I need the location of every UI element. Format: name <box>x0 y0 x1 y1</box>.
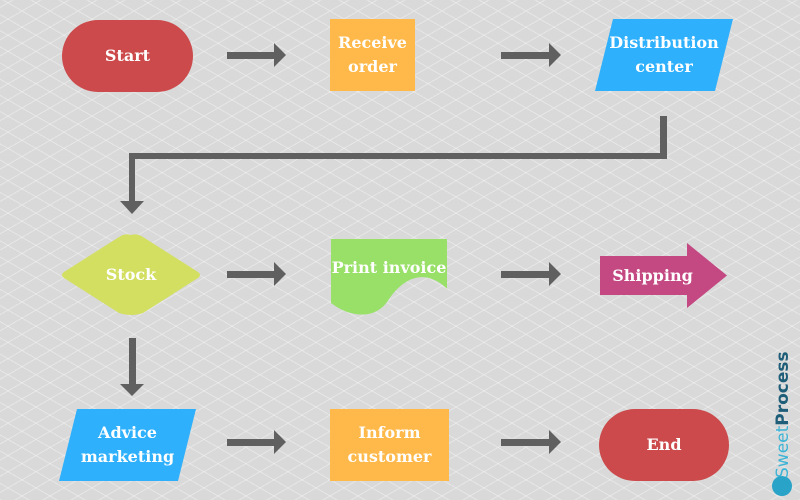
node-label: Distribution center <box>609 31 718 79</box>
label-line: marketing <box>80 447 175 466</box>
teacup-icon <box>772 476 792 496</box>
label-line: center <box>635 57 693 76</box>
logo-text: SweetProcess <box>773 351 793 478</box>
arrow-start-to-receive <box>227 43 286 67</box>
arrow-inform-to-end <box>501 430 561 454</box>
node-label: Print invoice <box>331 258 447 277</box>
node-distribution[interactable]: Distribution center <box>595 19 733 91</box>
arrow-print-to-shipping <box>501 262 561 286</box>
node-stock[interactable]: Stock <box>60 233 202 317</box>
node-print[interactable]: Print invoice <box>331 239 447 319</box>
label-line: Inform <box>358 423 421 442</box>
label-line: Distribution <box>609 33 719 52</box>
sweetprocess-logo: SweetProcess <box>768 351 796 498</box>
label-line: customer <box>347 447 432 466</box>
node-advice[interactable]: Advice marketing <box>59 409 196 481</box>
arrow-stock-to-print <box>227 262 286 286</box>
node-label: Inform customer <box>348 421 432 469</box>
node-start[interactable]: Start <box>62 20 193 92</box>
node-label: Shipping <box>612 265 693 285</box>
arrow-stock-to-advice <box>120 338 144 396</box>
label-line: order <box>348 57 397 76</box>
label-line: Receive <box>338 33 407 52</box>
arrow-distribution-to-stock <box>120 116 667 214</box>
node-end[interactable]: End <box>599 409 729 481</box>
node-label: End <box>646 435 682 454</box>
node-label: Advice marketing <box>81 421 174 469</box>
node-shipping[interactable]: Shipping <box>600 243 727 308</box>
arrow-advice-to-inform <box>227 430 286 454</box>
node-label: Stock <box>105 265 157 284</box>
node-label: Receive order <box>338 31 407 79</box>
arrow-receive-to-distribution <box>501 43 561 67</box>
node-receive[interactable]: Receive order <box>330 19 415 91</box>
label-line: Advice <box>98 423 157 442</box>
node-inform[interactable]: Inform customer <box>330 409 449 481</box>
node-label: Start <box>104 46 151 65</box>
